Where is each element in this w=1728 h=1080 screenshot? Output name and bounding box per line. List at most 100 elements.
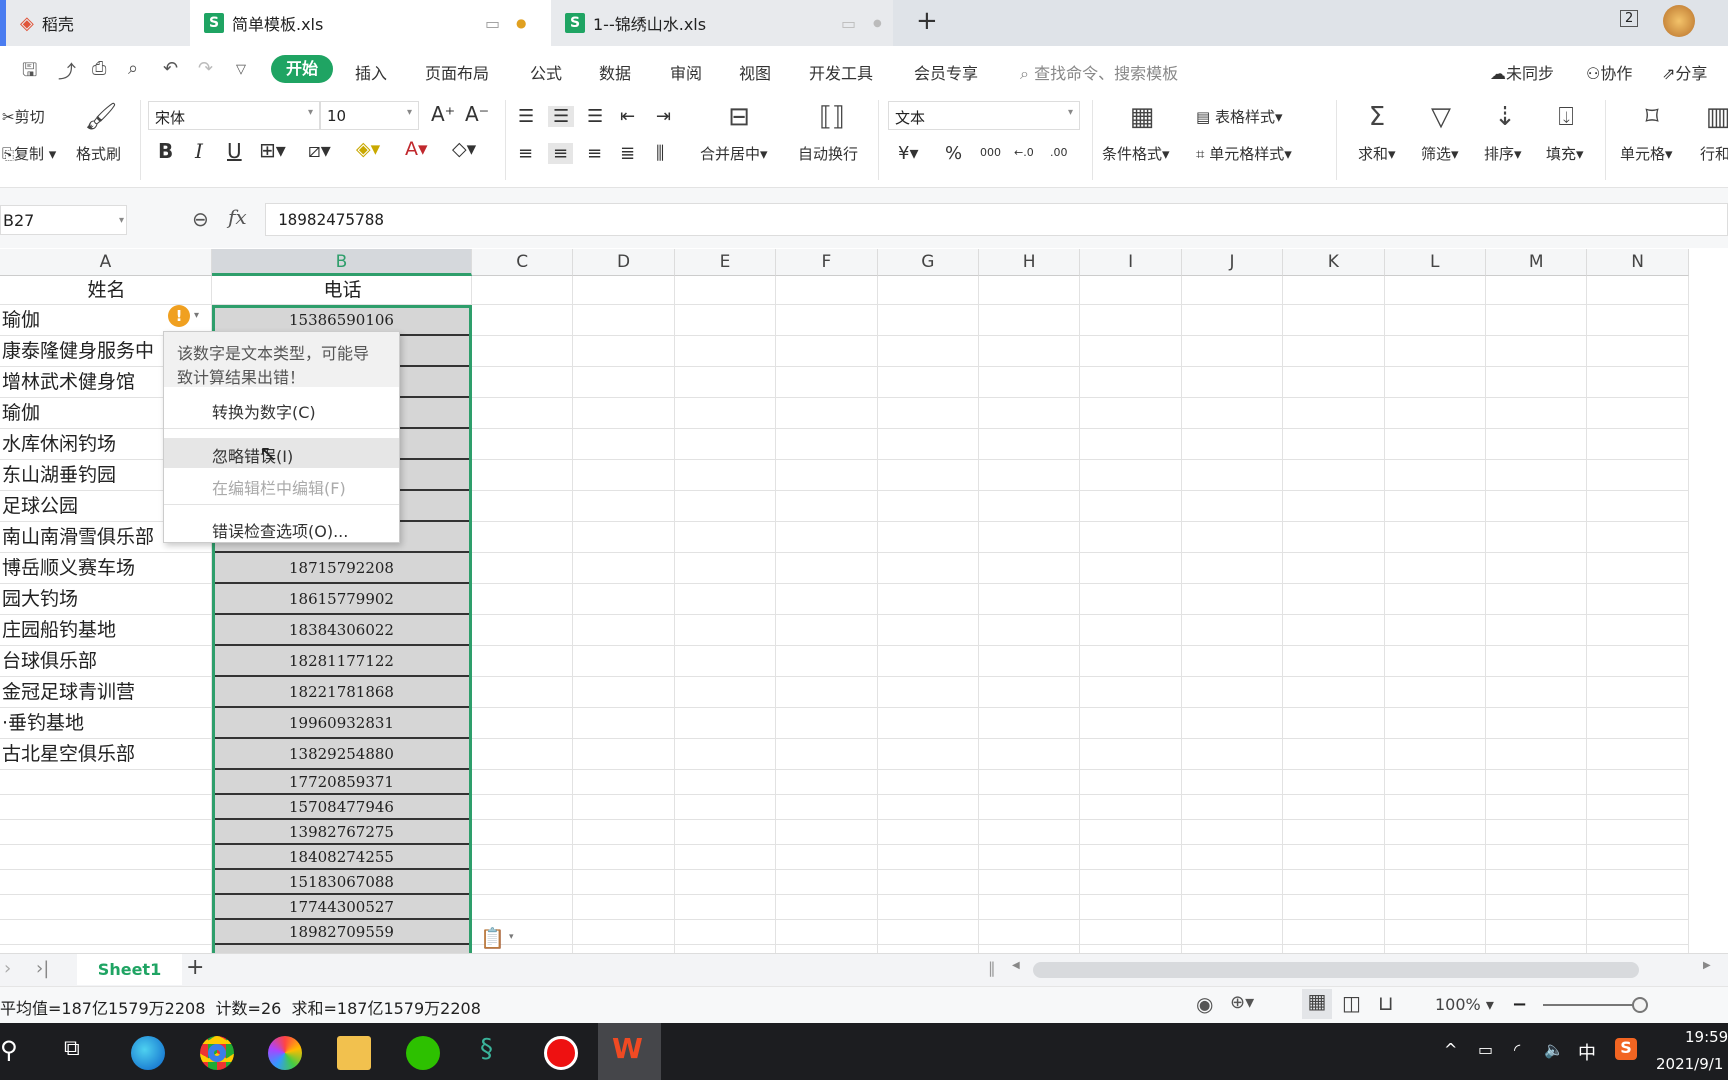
cell[interactable]: [1181, 870, 1284, 895]
cell-phone[interactable]: 18615779902: [212, 584, 472, 615]
cell[interactable]: [1384, 770, 1486, 795]
cell[interactable]: [573, 708, 675, 739]
cell[interactable]: [1283, 522, 1385, 553]
tab-docer[interactable]: ◈ 稻壳: [0, 0, 190, 46]
cells-icon[interactable]: ⌑: [1632, 102, 1672, 132]
zoom-out-button[interactable]: −: [1512, 994, 1527, 1015]
column-header-M[interactable]: M: [1486, 249, 1588, 276]
cell[interactable]: [1080, 845, 1182, 870]
eye-protection-icon[interactable]: ◉: [1196, 992, 1213, 1016]
cell[interactable]: [776, 770, 878, 795]
cell[interactable]: [1587, 945, 1689, 953]
cell[interactable]: [1587, 870, 1689, 895]
column-header-D[interactable]: D: [573, 249, 675, 276]
cell[interactable]: [979, 398, 1081, 429]
column-header-B[interactable]: B: [212, 249, 472, 276]
cell[interactable]: [674, 895, 777, 920]
cell[interactable]: [1486, 708, 1588, 739]
cell[interactable]: [979, 945, 1081, 953]
cell[interactable]: [1486, 460, 1588, 491]
font-color-icon[interactable]: A▾: [405, 138, 428, 160]
edge-icon[interactable]: [131, 1036, 165, 1070]
cell[interactable]: [573, 845, 675, 870]
cell[interactable]: [877, 398, 979, 429]
cell-name[interactable]: 金冠足球青训营: [0, 677, 212, 708]
cell[interactable]: [979, 460, 1081, 491]
last-sheet-icon[interactable]: ›|: [36, 958, 49, 979]
collab-button[interactable]: ⚇协作: [1586, 60, 1632, 84]
cell[interactable]: [877, 460, 979, 491]
cell[interactable]: [979, 870, 1081, 895]
filter-button[interactable]: 筛选▾: [1421, 143, 1459, 164]
cell[interactable]: [1384, 739, 1486, 770]
cell[interactable]: [674, 336, 777, 367]
cell[interactable]: [1587, 795, 1689, 820]
wps-icon[interactable]: W: [612, 1032, 643, 1065]
cell-name[interactable]: 庄园船钓基地: [0, 615, 212, 646]
cell[interactable]: [1080, 770, 1182, 795]
avatar[interactable]: [1663, 5, 1695, 37]
cell[interactable]: [1080, 870, 1182, 895]
cell-phone[interactable]: 18408274255: [212, 845, 472, 870]
sync-button[interactable]: ☁未同步: [1490, 60, 1554, 84]
cell-name[interactable]: 古北星空俱乐部: [0, 739, 212, 770]
cell[interactable]: [877, 367, 979, 398]
italic-button[interactable]: I: [195, 139, 203, 163]
fill-icon[interactable]: ⍗: [1546, 102, 1586, 133]
header-cell-phone[interactable]: 电话: [212, 276, 472, 305]
cell[interactable]: [1486, 945, 1588, 953]
cell[interactable]: [674, 920, 777, 945]
cell[interactable]: [573, 870, 675, 895]
cell[interactable]: [1181, 739, 1284, 770]
share-button[interactable]: ⇗分享: [1662, 60, 1707, 84]
thousands-button[interactable]: 000: [980, 146, 1001, 159]
copy-button[interactable]: ⎘复制 ▾: [2, 143, 56, 164]
record-icon[interactable]: [544, 1036, 578, 1070]
customize-dropdown-icon[interactable]: ▽: [236, 62, 246, 77]
distribute-icon[interactable]: ⫼: [656, 143, 664, 164]
cell[interactable]: [573, 584, 675, 615]
cell[interactable]: [1283, 770, 1385, 795]
cell[interactable]: [472, 615, 574, 646]
page-layout-view-icon[interactable]: ◫: [1342, 991, 1361, 1015]
cell[interactable]: [1587, 708, 1689, 739]
cell[interactable]: [1587, 305, 1689, 336]
cell[interactable]: [573, 945, 675, 953]
cell[interactable]: [1080, 795, 1182, 820]
scroll-right-icon[interactable]: ▶: [1703, 960, 1711, 971]
cell[interactable]: [1080, 398, 1182, 429]
cell[interactable]: [877, 770, 979, 795]
cell[interactable]: [1486, 870, 1588, 895]
cell-phone[interactable]: 13829254880: [212, 739, 472, 770]
warning-dropdown-icon[interactable]: ▾: [194, 310, 199, 321]
cell[interactable]: [1181, 367, 1284, 398]
cell[interactable]: [877, 646, 979, 677]
zoom-slider[interactable]: [1543, 1004, 1641, 1006]
cell[interactable]: [472, 460, 574, 491]
normal-view-icon[interactable]: ▦: [1302, 989, 1332, 1019]
cell[interactable]: [472, 429, 574, 460]
merge-icon[interactable]: ⊟: [719, 102, 759, 132]
cell[interactable]: [1080, 553, 1182, 584]
cell[interactable]: [1587, 739, 1689, 770]
cell[interactable]: [674, 491, 777, 522]
cell[interactable]: [1486, 770, 1588, 795]
menu-formulas[interactable]: 公式: [530, 60, 562, 84]
cell-phone[interactable]: 18221781868: [212, 677, 472, 708]
menu-developer[interactable]: 开发工具: [809, 60, 873, 84]
cell[interactable]: [1486, 845, 1588, 870]
filter-icon[interactable]: ▽: [1421, 102, 1461, 132]
cell[interactable]: [1587, 553, 1689, 584]
zoom-icon[interactable]: ⊖: [192, 207, 209, 231]
cell[interactable]: [776, 920, 878, 945]
cell[interactable]: [1181, 895, 1284, 920]
cell[interactable]: [573, 429, 675, 460]
sogou-icon[interactable]: S: [1615, 1038, 1637, 1060]
cell[interactable]: [1587, 584, 1689, 615]
convert-to-number-item[interactable]: 转换为数字(C): [212, 399, 316, 423]
align-bottom-icon[interactable]: ☰: [587, 106, 603, 127]
tab-simple-template[interactable]: S 简单模板.xls ▭ ●: [190, 0, 551, 46]
column-header-N[interactable]: N: [1587, 249, 1689, 276]
cell[interactable]: [979, 305, 1081, 336]
cell[interactable]: [1181, 276, 1284, 305]
